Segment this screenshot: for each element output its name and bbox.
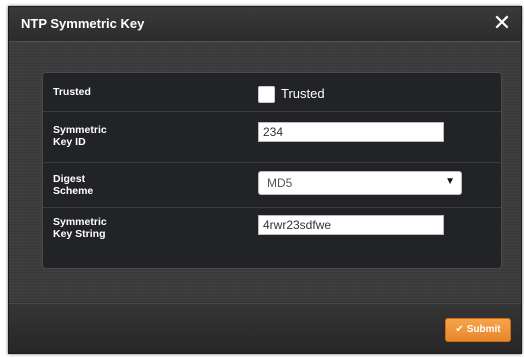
ntp-symmetric-key-dialog: NTP Symmetric Key ✕ Trusted Trusted Symm…: [8, 6, 522, 354]
check-icon: ✔: [455, 324, 464, 335]
key-string-row: Symmetric Key String 4rwr23sdfwe: [43, 208, 501, 252]
key-id-row: Symmetric Key ID 234: [43, 112, 501, 163]
submit-label: Submit: [466, 324, 501, 335]
key-id-input[interactable]: 234: [258, 122, 444, 142]
digest-scheme-select[interactable]: MD5 ▼: [258, 171, 462, 195]
key-string-label: Symmetric Key String: [53, 216, 107, 240]
dialog-footer: ✔ Submit: [9, 303, 521, 353]
close-icon[interactable]: ✕: [489, 9, 515, 37]
key-id-label: Symmetric Key ID: [53, 124, 107, 148]
trusted-label: Trusted: [53, 86, 91, 98]
digest-scheme-label: Digest Scheme: [53, 173, 94, 197]
trusted-checkbox[interactable]: [258, 86, 275, 103]
trusted-checkbox-label[interactable]: Trusted: [281, 86, 325, 101]
trusted-row: Trusted Trusted: [43, 73, 501, 112]
submit-button[interactable]: ✔ Submit: [445, 318, 511, 342]
digest-scheme-value: MD5: [267, 176, 293, 190]
chevron-down-icon: ▼: [445, 176, 455, 187]
dialog-body: Trusted Trusted Symmetric Key ID 234 Dig…: [9, 42, 521, 302]
dialog-titlebar: NTP Symmetric Key ✕: [9, 7, 521, 42]
dialog-title: NTP Symmetric Key: [21, 16, 145, 31]
form-panel: Trusted Trusted Symmetric Key ID 234 Dig…: [42, 72, 502, 269]
digest-scheme-row: Digest Scheme MD5 ▼: [43, 163, 501, 208]
key-string-input[interactable]: 4rwr23sdfwe: [258, 215, 444, 235]
